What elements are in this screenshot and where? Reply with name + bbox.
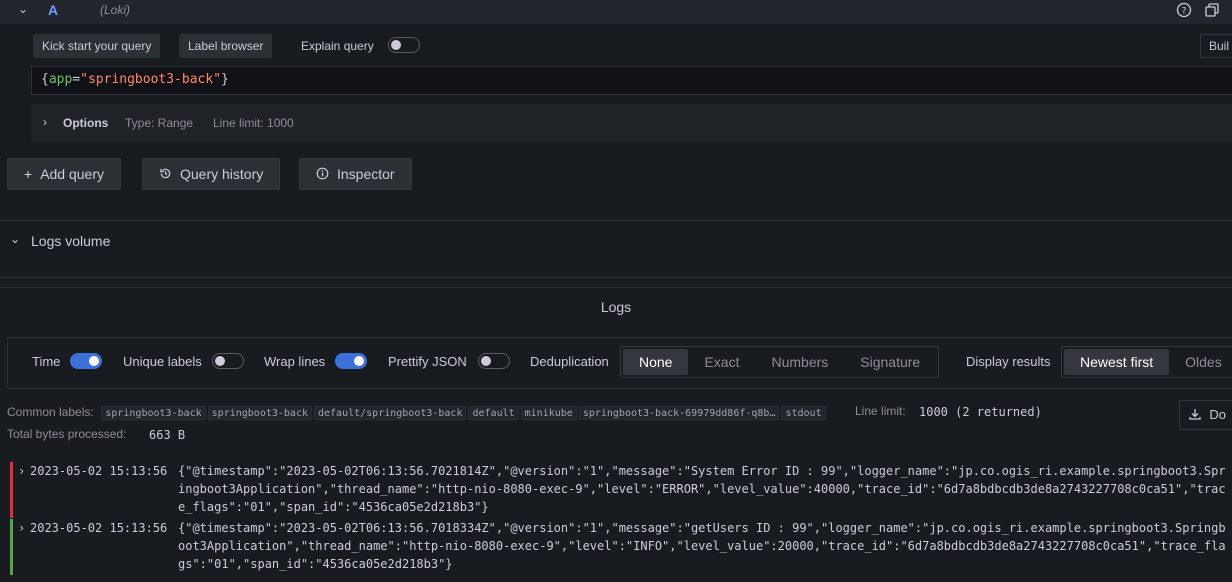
query-label-key: app — [48, 72, 73, 87]
query-label-value: "springboot3-back" — [80, 72, 222, 87]
duplicate-icon[interactable] — [1204, 2, 1220, 18]
download-button[interactable]: Do — [1179, 400, 1232, 430]
datasource-name: (Loki) — [100, 3, 131, 17]
line-limit-label: Line limit: — [855, 404, 906, 418]
options-line-limit: Line limit: 1000 — [213, 116, 294, 130]
query-options-row[interactable]: › Options Type: Range Line limit: 1000 — [31, 104, 1232, 142]
log-line: {"@timestamp":"2023-05-02T06:13:56.70183… — [178, 521, 1226, 571]
options-type: Type: Range — [125, 116, 194, 130]
log-timestamp: 2023-05-02 15:13:56 — [30, 464, 168, 478]
common-labels-label: Common labels: — [7, 405, 94, 419]
common-label-chip: minikube — [520, 406, 577, 420]
history-icon — [159, 159, 172, 189]
line-limit-value: 1000 (2 returned) — [919, 405, 1042, 419]
add-query-button[interactable]: + Add query — [7, 158, 122, 190]
dedup-option-none[interactable]: None — [623, 349, 689, 375]
common-labels-row: Common labels: springboot3-back springboo… — [7, 404, 828, 420]
dedup-option-exact[interactable]: Exact — [688, 349, 755, 375]
dedup-option-numbers[interactable]: Numbers — [755, 349, 844, 375]
display-results-label: Display results — [966, 354, 1051, 369]
kick-start-query-button[interactable]: Kick start your query — [33, 34, 161, 58]
common-label-chip: springboot3-back — [207, 406, 312, 420]
logs-panel: Logs Time Unique labels Wrap lines Prett… — [0, 287, 1232, 582]
query-row-header: ⌄ A (Loki) ? — [0, 0, 1232, 24]
options-chevron-right-icon[interactable]: › — [43, 115, 47, 129]
log-level-bar-error — [10, 462, 13, 518]
common-label-chip: default — [468, 406, 519, 420]
query-editor[interactable]: {app="springboot3-back"} — [31, 66, 1232, 95]
query-brace-open: { — [41, 72, 49, 87]
dedup-option-signature[interactable]: Signature — [844, 349, 936, 375]
deduplication-radio-group: None Exact Numbers Signature — [620, 346, 940, 378]
query-history-label: Query history — [180, 166, 264, 182]
logs-volume-panel: ⌄ Logs volume — [0, 220, 1232, 278]
options-label[interactable]: Options — [63, 116, 108, 130]
download-label: Do — [1209, 407, 1226, 422]
add-query-label: Add query — [40, 166, 105, 182]
prettify-json-toggle[interactable] — [478, 353, 510, 369]
wrap-lines-toggle[interactable] — [335, 353, 367, 369]
log-row[interactable]: › 2023-05-02 15:13:56 {"@timestamp":"202… — [10, 519, 1232, 575]
time-toggle[interactable] — [70, 353, 102, 369]
inspector-label: Inspector — [337, 166, 395, 182]
logs-title: Logs — [600, 299, 632, 315]
unique-labels-toggle[interactable] — [212, 353, 244, 369]
total-bytes-value: 663 B — [149, 428, 186, 442]
query-brace-close: } — [221, 72, 229, 87]
wrap-lines-label: Wrap lines — [264, 354, 326, 369]
builder-mode-button[interactable]: Buil — [1200, 34, 1232, 58]
explain-query-label: Explain query — [301, 39, 374, 53]
time-label: Time — [32, 354, 61, 369]
display-results-radio-group: Newest first Oldes — [1061, 346, 1232, 378]
log-timestamp: 2023-05-02 15:13:56 — [30, 521, 168, 535]
log-line: {"@timestamp":"2023-05-02T06:13:56.70218… — [178, 464, 1226, 514]
label-browser-button[interactable]: Label browser — [179, 34, 273, 58]
svg-text:?: ? — [1182, 7, 1187, 17]
common-label-chip: stdout — [781, 406, 826, 420]
query-ref-id[interactable]: A — [48, 2, 58, 18]
common-label-chip: springboot3-back — [101, 406, 206, 420]
logs-volume-title[interactable]: Logs volume — [31, 233, 110, 249]
log-level-bar-info — [10, 519, 13, 575]
explain-query-toggle[interactable] — [388, 37, 420, 53]
inspector-button[interactable]: Inspector — [299, 158, 412, 190]
logs-controls-bar: Time Unique labels Wrap lines Prettify J… — [7, 337, 1232, 389]
total-bytes-label: Total bytes processed: — [7, 427, 127, 441]
unique-labels-label: Unique labels — [123, 354, 202, 369]
query-operator: = — [72, 72, 81, 87]
common-label-chip: default/springboot3-back — [313, 406, 467, 420]
download-icon — [1188, 408, 1205, 422]
prettify-json-label: Prettify JSON — [388, 354, 467, 369]
info-circle-icon — [316, 159, 329, 189]
common-label-chip: springboot3-back-69979dd86f-q8b… — [578, 406, 780, 420]
help-icon[interactable]: ? — [1176, 2, 1192, 18]
expand-row-chevron-icon[interactable]: › — [18, 462, 25, 480]
order-option-newest-first[interactable]: Newest first — [1064, 349, 1170, 375]
collapse-query-chevron-icon[interactable]: ⌄ — [18, 2, 28, 16]
plus-icon: + — [24, 166, 33, 182]
log-row[interactable]: › 2023-05-02 15:13:56 {"@timestamp":"202… — [10, 462, 1232, 518]
deduplication-label: Deduplication — [530, 354, 609, 369]
logs-volume-chevron-down-icon[interactable]: ⌄ — [10, 232, 20, 246]
order-option-oldest-first[interactable]: Oldes — [1169, 349, 1232, 375]
query-history-button[interactable]: Query history — [142, 158, 281, 190]
expand-row-chevron-icon[interactable]: › — [18, 519, 25, 537]
